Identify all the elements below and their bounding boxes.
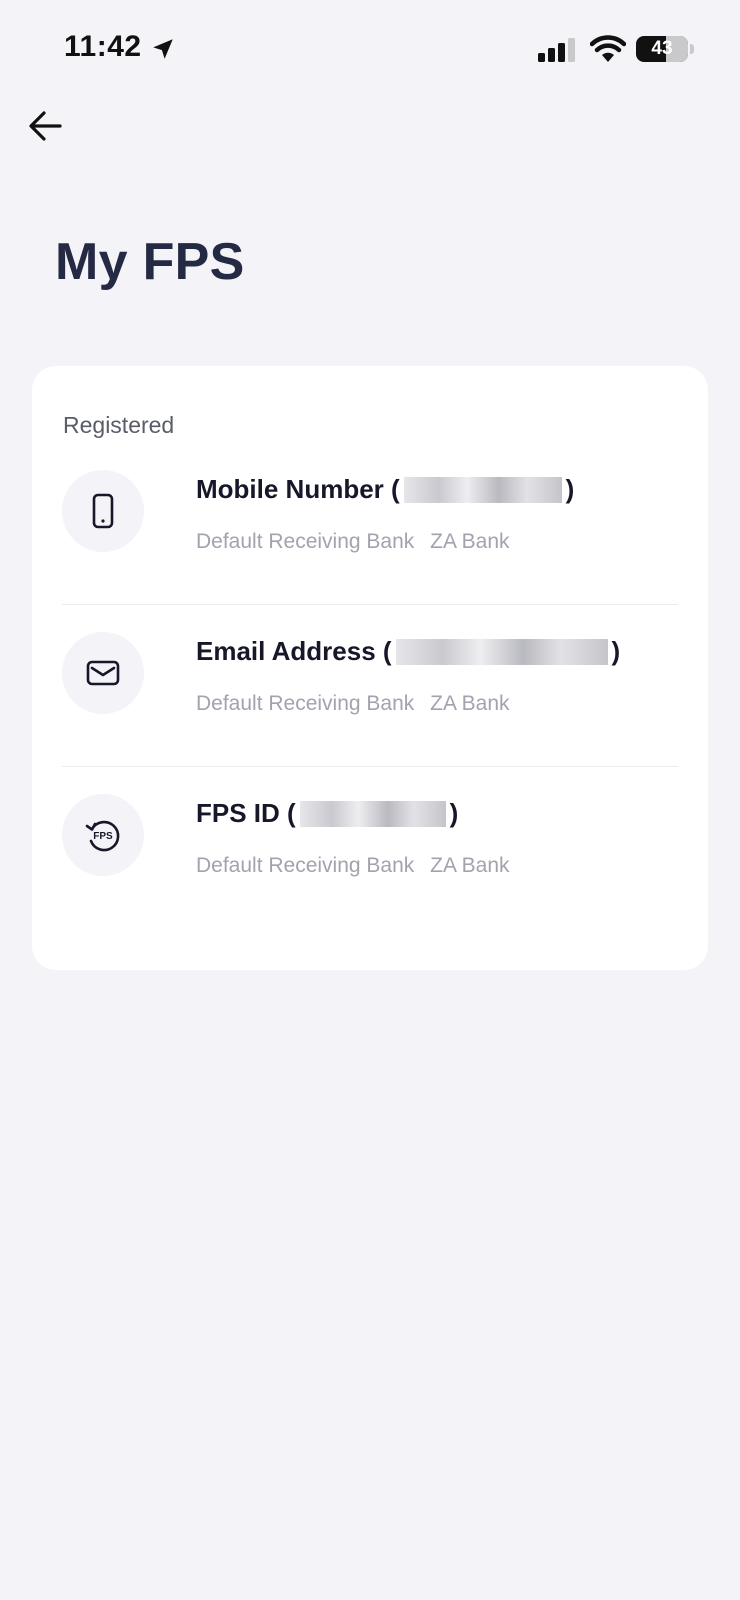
envelope-icon — [62, 632, 144, 714]
mobile-number-label: Mobile Number ( ) — [196, 474, 575, 504]
masked-fps-id — [299, 800, 446, 827]
divider — [62, 766, 678, 767]
mobile-default-bank: Default Receiving Bank ZA Bank — [196, 530, 510, 553]
masked-email-address — [395, 638, 608, 665]
fps-item-email-address[interactable]: Email Address ( ) Default Receiving Bank… — [62, 616, 678, 778]
fps-item-mobile-number[interactable]: Mobile Number ( ) Default Receiving Bank… — [62, 454, 678, 616]
registered-card: Registered Mobile Number ( ) Default Rec… — [32, 366, 708, 970]
divider — [62, 604, 678, 605]
signal-icon — [538, 38, 575, 62]
fps-screen: 11:42 43 My FPS Registered Mobile Number… — [0, 0, 740, 1600]
location-arrow-icon — [153, 39, 173, 59]
fps-logo-icon: FPS — [62, 794, 144, 876]
page-title: My FPS — [55, 233, 245, 291]
section-label-registered: Registered — [63, 412, 175, 438]
svg-text:FPS: FPS — [93, 831, 113, 842]
fps-id-label: FPS ID ( ) — [196, 798, 459, 828]
bank-name: ZA Bank — [430, 692, 510, 715]
battery-icon: 43 — [636, 36, 688, 62]
email-address-label: Email Address ( ) — [196, 636, 621, 666]
battery-cap — [690, 44, 694, 54]
status-time: 11:42 — [64, 30, 142, 63]
bank-name: ZA Bank — [430, 854, 510, 877]
status-bar: 11:42 43 — [0, 0, 740, 100]
battery-level: 43 — [651, 38, 673, 59]
fps-item-fps-id[interactable]: FPS FPS ID ( ) Default Receiving Bank ZA… — [62, 778, 678, 940]
fps-id-default-bank: Default Receiving Bank ZA Bank — [196, 854, 510, 877]
mobile-phone-icon — [62, 470, 144, 552]
masked-mobile-number — [403, 476, 562, 503]
bank-name: ZA Bank — [430, 530, 510, 553]
back-button[interactable] — [24, 104, 68, 148]
arrow-left-icon — [29, 111, 62, 141]
email-default-bank: Default Receiving Bank ZA Bank — [196, 692, 510, 715]
wifi-icon — [590, 35, 626, 62]
